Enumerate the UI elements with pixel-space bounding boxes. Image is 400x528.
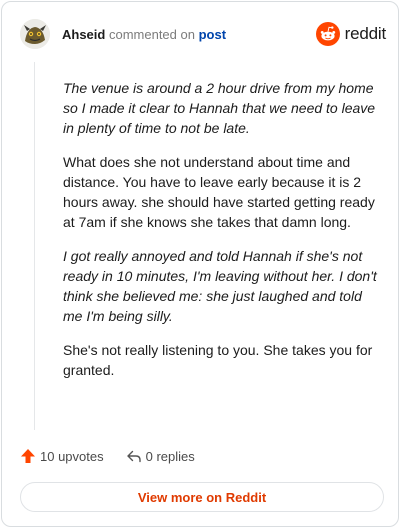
reddit-wordmark: reddit bbox=[344, 24, 387, 43]
upvote-arrow-icon bbox=[21, 449, 35, 463]
reply-count: 0 replies bbox=[145, 448, 195, 464]
reply-button[interactable]: 0 replies bbox=[126, 448, 195, 464]
upvote-count: 10 upvotes bbox=[40, 448, 104, 464]
upvote-button[interactable]: 10 upvotes bbox=[20, 448, 104, 464]
comment-header: Ahseid commented on post reddit bbox=[20, 16, 386, 52]
reply-arrow-icon bbox=[126, 450, 141, 463]
comment-card: Ahseid commented on post reddit The venu… bbox=[1, 1, 399, 527]
post-link[interactable]: post bbox=[199, 27, 226, 42]
quoted-paragraph: The venue is around a 2 hour drive from … bbox=[63, 80, 376, 136]
byline: Ahseid commented on post bbox=[62, 27, 226, 42]
comment-paragraph: She's not really listening to you. She t… bbox=[63, 342, 373, 378]
avatar[interactable] bbox=[20, 19, 50, 49]
commented-on-text: commented on bbox=[108, 27, 195, 42]
view-more-button[interactable]: View more on Reddit bbox=[20, 482, 384, 512]
reddit-logo-icon bbox=[315, 22, 340, 46]
comment-actions: 10 upvotes 0 replies bbox=[20, 446, 217, 466]
comment-paragraph: What does she not understand about time … bbox=[63, 154, 375, 230]
reddit-brand[interactable]: reddit bbox=[315, 21, 387, 47]
username[interactable]: Ahseid bbox=[62, 27, 105, 42]
comment-body: The venue is around a 2 hour drive from … bbox=[63, 78, 381, 394]
quoted-paragraph: I got really annoyed and told Hannah if … bbox=[63, 248, 377, 324]
thread-line bbox=[34, 62, 35, 430]
